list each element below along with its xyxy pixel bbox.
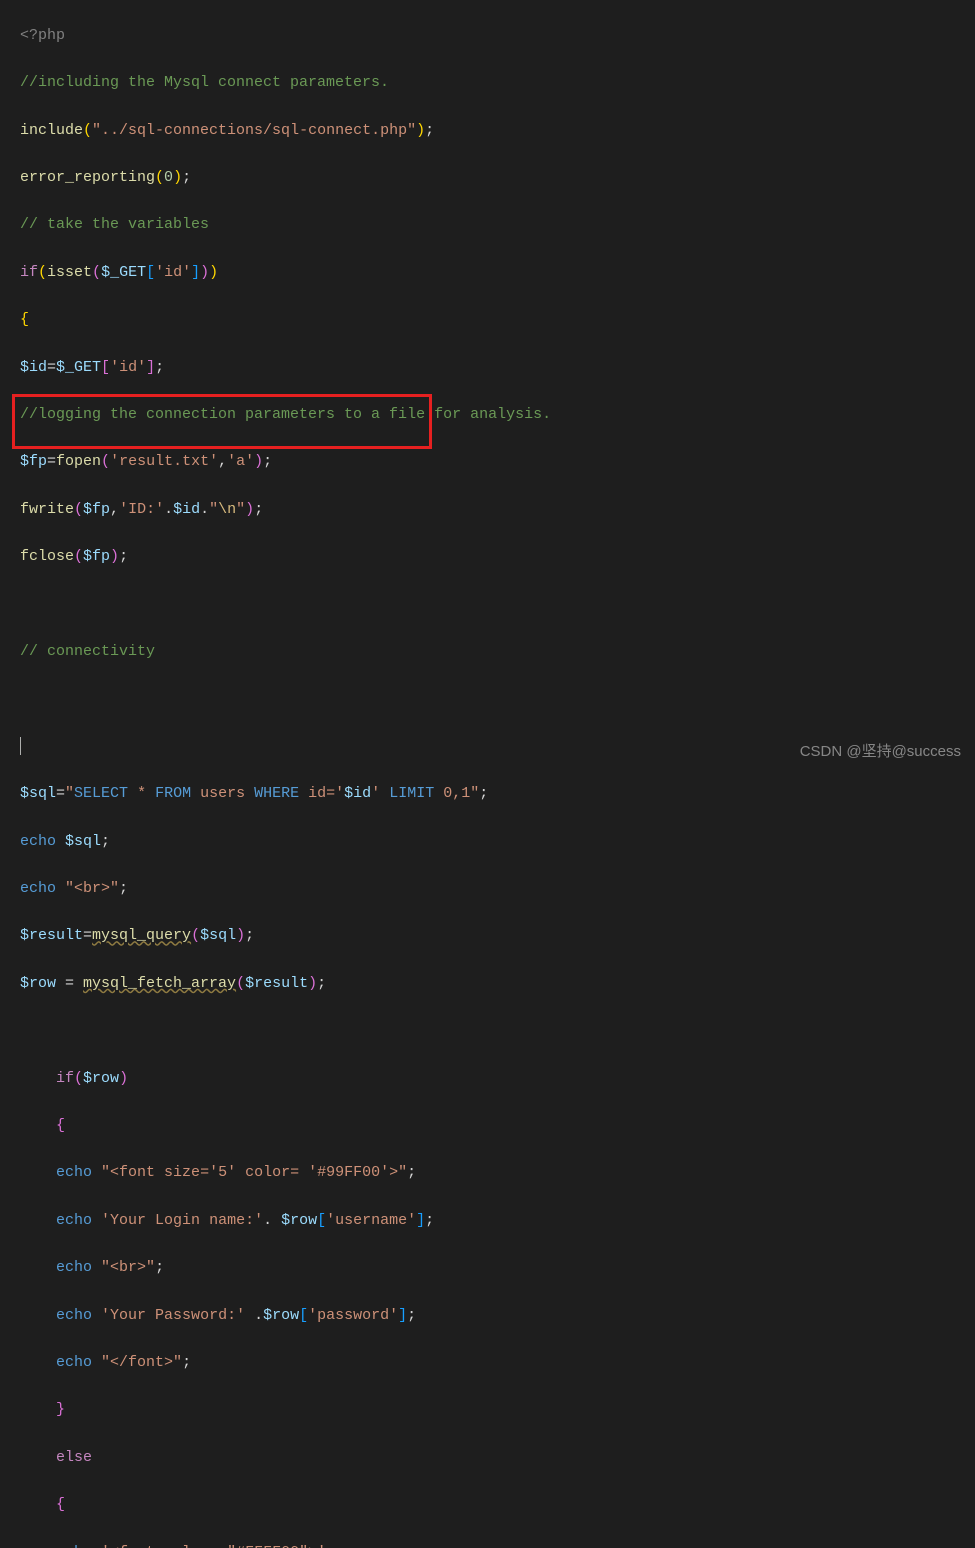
code-line: $row = mysql_fetch_array($result); [20,972,975,996]
string: 'id' [155,264,191,281]
watermark-label: CSDN @坚持@success [800,740,961,764]
var-id: $id [173,501,200,518]
code-line: $sql="SELECT * FROM users WHERE id='$id'… [20,782,975,806]
code-line: $id=$_GET['id']; [20,356,975,380]
string: "<br>" [65,880,119,897]
code-line: //logging the connection parameters to a… [20,403,975,427]
code-line: { [20,1114,975,1138]
blank-line [20,687,975,711]
comment: //logging the connection parameters to a… [20,406,551,423]
string: 'Your Password:' [101,1307,245,1324]
code-line: //including the Mysql connect parameters… [20,71,975,95]
var-id: $id [20,359,47,376]
fn-mysql-query: mysql_query [92,927,191,944]
string: 'Your Login name:' [101,1212,263,1229]
comment: // connectivity [20,643,164,660]
var-sql: $sql [65,833,101,850]
var-fp: $fp [83,548,110,565]
code-line: else [20,1446,975,1470]
code-line: } [20,1398,975,1422]
string: "<font size='5' color= '#99FF00'>" [101,1164,407,1181]
string: 'password' [308,1307,398,1324]
var-get: $_GET [56,359,101,376]
fn-mysql-fetch-array: mysql_fetch_array [83,975,236,992]
blank-line [20,593,975,617]
code-line: // take the variables [20,213,975,237]
escape: \n [218,501,236,518]
var-sql: $sql [200,927,236,944]
code-line: { [20,1493,975,1517]
var-get: $_GET [101,264,146,281]
sql-kw: WHERE [254,785,299,802]
code-line: $fp=fopen('result.txt','a'); [20,450,975,474]
blank-line [20,1019,975,1043]
kw-if: if [20,264,38,281]
kw-echo: echo [56,1164,92,1181]
var-fp: $fp [83,501,110,518]
kw-echo: echo [56,1544,92,1548]
sql-tbl: users [200,785,245,802]
string: '<font color= "#FFFF00">' [101,1544,326,1548]
string: 'ID:' [119,501,164,518]
sql-kw: SELECT [74,785,128,802]
code-line: echo "<font size='5' color= '#99FF00'>"; [20,1161,975,1185]
code-line: if(isset($_GET['id'])) [20,261,975,285]
code-line: echo $sql; [20,830,975,854]
code-line: { [20,308,975,332]
string: "<br>" [101,1259,155,1276]
string: "</font>" [101,1354,182,1371]
var-result: $result [245,975,308,992]
code-line: fwrite($fp,'ID:'.$id."\n"); [20,498,975,522]
code-line: include("../sql-connections/sql-connect.… [20,119,975,143]
number: 0 [164,169,173,186]
kw-if: if [56,1070,74,1087]
var-id: $id [344,785,371,802]
string: 'result.txt' [110,453,218,470]
code-line: echo '<font color= "#FFFF00">'; [20,1541,975,1548]
string: 'id' [110,359,146,376]
fn-error-reporting: error_reporting [20,169,155,186]
kw-echo: echo [56,1212,92,1229]
string: 'username' [326,1212,416,1229]
kw-echo: echo [20,833,56,850]
var-fp: $fp [20,453,47,470]
code-line: echo "<br>"; [20,1256,975,1280]
php-open-tag: <?php [20,27,65,44]
fn-fclose: fclose [20,548,74,565]
code-line: echo 'Your Login name:'. $row['username'… [20,1209,975,1233]
var-row: $row [281,1212,317,1229]
code-line: fclose($fp); [20,545,975,569]
comment: // take the variables [20,216,218,233]
string: "../sql-connections/sql-connect.php" [92,122,416,139]
kw-echo: echo [56,1307,92,1324]
var-sql: $sql [20,785,56,802]
fn-fwrite: fwrite [20,501,74,518]
kw-echo: echo [56,1259,92,1276]
fn-include: include [20,122,83,139]
kw-echo: echo [20,880,56,897]
code-line: // connectivity [20,640,975,664]
cursor-icon [20,737,21,755]
code-line: echo "</font>"; [20,1351,975,1375]
code-line: echo 'Your Password:' .$row['password']; [20,1304,975,1328]
code-line: error_reporting(0); [20,166,975,190]
var-row: $row [20,975,56,992]
sql-kw: LIMIT [389,785,434,802]
var-row: $row [83,1070,119,1087]
kw-else: else [56,1449,92,1466]
fn-isset: isset [47,264,92,281]
var-result: $result [20,927,83,944]
fn-fopen: fopen [56,453,101,470]
code-editor[interactable]: <?php //including the Mysql connect para… [0,0,975,1548]
sql-kw: FROM [155,785,191,802]
code-line: $result=mysql_query($sql); [20,924,975,948]
code-line: if($row) [20,1067,975,1091]
code-line: <?php [20,24,975,48]
string: 'a' [227,453,254,470]
comment: //including the Mysql connect parameters… [20,74,389,91]
kw-echo: echo [56,1354,92,1371]
code-line: echo "<br>"; [20,877,975,901]
var-row: $row [263,1307,299,1324]
